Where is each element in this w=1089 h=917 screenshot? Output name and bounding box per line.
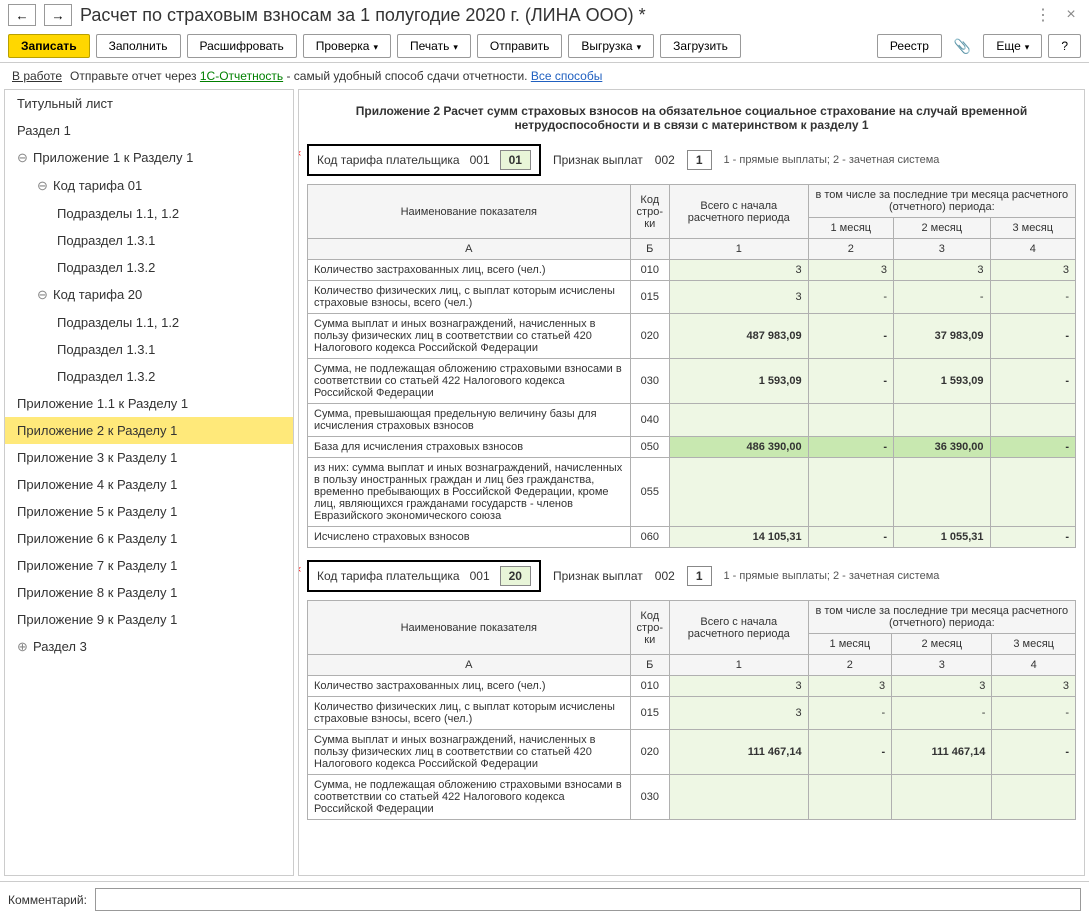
tree-item-15[interactable]: Приложение 5 к Разделу 1 xyxy=(5,498,293,525)
table-row: Количество застрахованных лиц, всего (че… xyxy=(308,676,1076,697)
write-button[interactable]: Записать xyxy=(8,34,90,58)
tree-item-5[interactable]: Подраздел 1.3.1 xyxy=(5,227,293,254)
vyplat-box-2[interactable]: 1 xyxy=(687,566,712,586)
print-button[interactable]: Печать▾ xyxy=(397,34,471,58)
send-button[interactable]: Отправить xyxy=(477,34,563,58)
tarif-box-2: Код тарифа плательщика 001 20 xyxy=(307,560,541,592)
tarif-code-1[interactable]: 01 xyxy=(500,150,531,170)
tree-item-2[interactable]: ⊖Приложение 1 к Разделу 1 xyxy=(5,144,293,172)
content-area: Приложение 2 Расчет сумм страховых взнос… xyxy=(298,89,1085,876)
status-text: Отправьте отчет через 1С-Отчетность - са… xyxy=(70,69,602,83)
sidebar: Титульный листРаздел 1⊖Приложение 1 к Ра… xyxy=(4,89,294,876)
page-title: Расчет по страховым взносам за 1 полугод… xyxy=(80,5,1025,26)
check-button[interactable]: Проверка▾ xyxy=(303,34,391,58)
tree-item-11[interactable]: Приложение 1.1 к Разделу 1 xyxy=(5,390,293,417)
vyplat-box-1[interactable]: 1 xyxy=(687,150,712,170)
tree-item-9[interactable]: Подраздел 1.3.1 xyxy=(5,336,293,363)
tarif-code-2[interactable]: 20 xyxy=(500,566,531,586)
section-title: Приложение 2 Расчет сумм страховых взнос… xyxy=(307,104,1076,132)
attach-icon[interactable]: 📎 xyxy=(948,38,977,55)
forward-button[interactable]: → xyxy=(44,4,72,26)
tree-item-13[interactable]: Приложение 3 к Разделу 1 xyxy=(5,444,293,471)
decrypt-button[interactable]: Расшифровать xyxy=(187,34,297,58)
tarif-box-1: Код тарифа плательщика 001 01 xyxy=(307,144,541,176)
tree-item-10[interactable]: Подраздел 1.3.2 xyxy=(5,363,293,390)
tree-item-20[interactable]: ⊕Раздел 3 xyxy=(5,633,293,661)
table-row: Сумма, не подлежащая обложению страховым… xyxy=(308,775,1076,820)
data-table-1: Наименование показателяКод стро-киВсего … xyxy=(307,184,1076,548)
status-link[interactable]: В работе xyxy=(12,69,62,83)
menu-icon[interactable]: ⋮ xyxy=(1033,5,1053,25)
fill-button[interactable]: Заполнить xyxy=(96,34,181,58)
table-row: Сумма выплат и иных вознаграждений, начи… xyxy=(308,730,1076,775)
comment-input[interactable] xyxy=(95,888,1081,911)
comment-label: Комментарий: xyxy=(8,893,87,907)
tree-item-4[interactable]: Подразделы 1.1, 1.2 xyxy=(5,200,293,227)
table-row: Количество физических лиц, с выплат кото… xyxy=(308,697,1076,730)
tree-item-14[interactable]: Приложение 4 к Разделу 1 xyxy=(5,471,293,498)
tree-item-19[interactable]: Приложение 9 к Разделу 1 xyxy=(5,606,293,633)
more-button[interactable]: Еще▾ xyxy=(983,34,1042,58)
table-row: Сумма выплат и иных вознаграждений, начи… xyxy=(308,314,1076,359)
tree-item-18[interactable]: Приложение 8 к Разделу 1 xyxy=(5,579,293,606)
tree-item-1[interactable]: Раздел 1 xyxy=(5,117,293,144)
table-row: Количество застрахованных лиц, всего (че… xyxy=(308,260,1076,281)
tree-item-3[interactable]: ⊖Код тарифа 01 xyxy=(5,172,293,200)
table-row: Сумма, не подлежащая обложению страховым… xyxy=(308,359,1076,404)
export-button[interactable]: Выгрузка▾ xyxy=(568,34,654,58)
tree-item-12[interactable]: Приложение 2 к Разделу 1 xyxy=(5,417,293,444)
table-row: Количество физических лиц, с выплат кото… xyxy=(308,281,1076,314)
back-button[interactable]: ← xyxy=(8,4,36,26)
tree-item-8[interactable]: Подразделы 1.1, 1.2 xyxy=(5,309,293,336)
table-row: Сумма, превышающая предельную величину б… xyxy=(308,404,1076,437)
table-row: Исчислено страховых взносов06014 105,31-… xyxy=(308,527,1076,548)
tree-item-16[interactable]: Приложение 6 к Разделу 1 xyxy=(5,525,293,552)
all-methods-link[interactable]: Все способы xyxy=(531,69,603,83)
tree-item-7[interactable]: ⊖Код тарифа 20 xyxy=(5,281,293,309)
load-button[interactable]: Загрузить xyxy=(660,34,741,58)
tree-item-6[interactable]: Подраздел 1.3.2 xyxy=(5,254,293,281)
data-table-2: Наименование показателяКод стро-киВсего … xyxy=(307,600,1076,820)
1c-reporting-link[interactable]: 1С-Отчетность xyxy=(200,69,283,83)
table-row: База для исчисления страховых взносов050… xyxy=(308,437,1076,458)
registry-button[interactable]: Реестр xyxy=(877,34,942,58)
tree-item-0[interactable]: Титульный лист xyxy=(5,90,293,117)
help-button[interactable]: ? xyxy=(1048,34,1081,58)
tree-item-17[interactable]: Приложение 7 к Разделу 1 xyxy=(5,552,293,579)
close-icon[interactable]: × xyxy=(1061,5,1081,25)
table-row: из них: сумма выплат и иных вознагражден… xyxy=(308,458,1076,527)
